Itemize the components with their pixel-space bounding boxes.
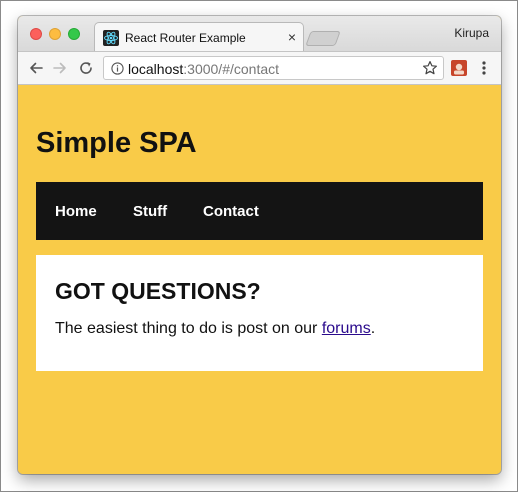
address-url[interactable]: localhost:3000/#/contact [128,61,279,77]
minimize-window-button[interactable] [49,28,61,40]
title-bar: React Router Example × Kirupa [18,16,501,52]
back-button[interactable] [24,56,48,80]
content-heading: GOT QUESTIONS? [55,278,261,304]
nav-link-contact[interactable]: Contact [203,203,259,220]
browser-tab[interactable]: React Router Example × [94,22,304,52]
address-bar[interactable]: localhost:3000/#/contact [103,56,444,80]
extension-icon[interactable] [451,60,467,76]
site-title: Simple SPA [36,127,197,159]
menu-dots-icon[interactable] [476,57,492,79]
browser-window: React Router Example × Kirupa localhost:… [18,16,501,474]
profile-name[interactable]: Kirupa [454,26,489,40]
main-navigation: Home Stuff Contact [36,182,483,240]
react-favicon-icon [103,30,119,46]
page-viewport: Simple SPA Home Stuff Contact GOT QUESTI… [18,85,501,474]
url-host: localhost [128,61,184,77]
reload-icon [80,62,92,74]
nav-link-home[interactable]: Home [55,203,97,220]
maximize-window-button[interactable] [68,28,80,40]
info-icon[interactable] [111,62,124,75]
reload-button[interactable] [74,56,98,80]
forward-button[interactable] [48,56,72,80]
paragraph-text: The easiest thing to do is post on our [55,320,322,337]
close-window-button[interactable] [30,28,42,40]
content-paragraph: The easiest thing to do is post on our f… [55,320,375,338]
browser-toolbar: localhost:3000/#/contact [18,51,501,85]
forums-link[interactable]: forums [322,320,371,337]
back-arrow-icon [30,62,43,74]
tab-title: React Router Example [125,31,246,45]
content-panel: GOT QUESTIONS? The easiest thing to do i… [36,255,483,371]
tab-close-icon[interactable]: × [288,29,296,45]
paragraph-end: . [370,320,376,337]
url-path: :3000/#/contact [183,61,280,77]
new-tab-button[interactable] [305,31,341,46]
nav-link-stuff[interactable]: Stuff [133,203,167,220]
star-icon[interactable] [422,60,438,76]
forward-arrow-icon [53,62,66,74]
